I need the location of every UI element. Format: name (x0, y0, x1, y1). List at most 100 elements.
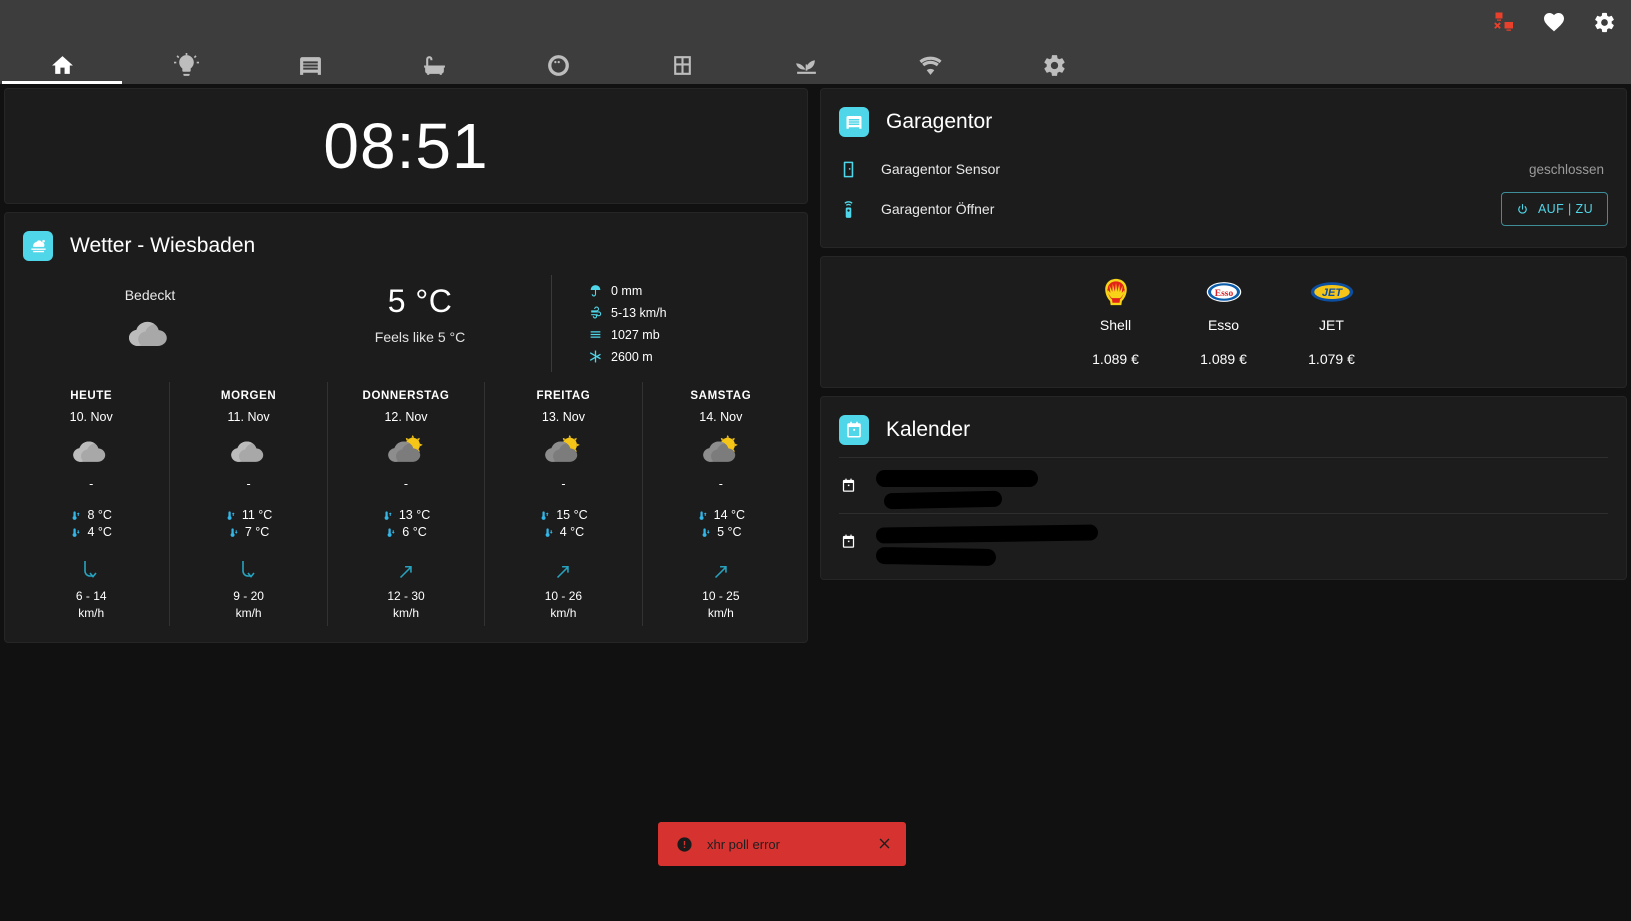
forecast-wind: 10 - 25 km/h (645, 557, 797, 620)
fuel-price-card: Shell 1.089 € Esso Esso 1.089 € JET JET … (820, 256, 1627, 388)
gear-icon[interactable] (1591, 9, 1617, 35)
weather-attr-wind: 5-13 km/h (588, 305, 667, 320)
fuel-station-jet[interactable]: JET JET 1.079 € (1278, 275, 1386, 367)
redaction-mark (876, 470, 1038, 487)
garage-entity-rows: Garagentor Sensor geschlossen Garagentor… (821, 137, 1626, 247)
weather-condition-label: Bedeckt (124, 287, 176, 303)
forecast-temperatures: 13 °C 6 °C (330, 508, 482, 539)
tab-bar (0, 46, 1631, 84)
error-toast-message: xhr poll error (707, 836, 780, 852)
weather-attributes: 0 mm 5-13 km/h 1027 mb 2600 m (551, 275, 667, 372)
forecast-precipitation: - (89, 477, 94, 491)
forecast-day-date: 13. Nov (541, 410, 585, 424)
tab-pflanzen[interactable] (744, 46, 868, 84)
forecast-day-name: HEUTE (70, 390, 113, 402)
tab-fenster[interactable] (620, 46, 744, 84)
weather-attr-pressure: 1027 mb (588, 327, 667, 342)
heart-icon[interactable] (1541, 9, 1567, 35)
right-column: Garagentor Garagentor Sensor geschlossen (816, 84, 1631, 588)
forecast-day: DONNERSTAG 12. Nov - 13 °C 6 °C 12 - 30 … (328, 382, 486, 626)
network-off-icon[interactable] (1491, 9, 1517, 35)
weather-temperature-block: 5 °C Feels like 5 °C (295, 275, 545, 345)
calendar-event-body (876, 470, 1608, 510)
weather-forecast: HEUTE 10. Nov - 8 °C 4 °C 6 - 14 km/h MO… (5, 378, 807, 642)
garage-opener-row[interactable]: Garagentor Öffner AUF | ZU (839, 189, 1608, 229)
fuel-station-shell[interactable]: Shell 1.089 € (1062, 275, 1170, 367)
forecast-day: HEUTE 10. Nov - 8 °C 4 °C 6 - 14 km/h (13, 382, 171, 626)
forecast-low: 6 °C (385, 525, 427, 539)
weather-partly-cloudy-icon (23, 231, 53, 261)
umbrella-icon (588, 283, 603, 298)
forecast-low: 5 °C (700, 525, 742, 539)
shell-logo (1062, 275, 1170, 309)
weather-attr-snow-level: 2600 m (588, 349, 667, 364)
garage-toggle-button-label: AUF | ZU (1537, 202, 1593, 216)
tab-waschen[interactable] (496, 46, 620, 84)
fuel-station-name: JET (1319, 317, 1344, 333)
weather-condition-block: Bedeckt (5, 275, 295, 359)
tab-bad[interactable] (372, 46, 496, 84)
forecast-wind-unit: km/h (393, 606, 420, 620)
forecast-wind-value: 9 - 20 (233, 589, 264, 603)
forecast-day: FREITAG 13. Nov - 15 °C 4 °C 10 - 26 km/… (485, 382, 643, 626)
garage-opener-name: Garagentor Öffner (881, 201, 995, 217)
calendar-icon (839, 415, 869, 445)
forecast-precipitation: - (246, 477, 251, 491)
error-toast[interactable]: xhr poll error (658, 822, 906, 866)
forecast-low: 4 °C (543, 525, 584, 539)
weather-attr-pressure-value: 1027 mb (611, 327, 660, 342)
fuel-station-esso[interactable]: Esso Esso 1.089 € (1170, 275, 1278, 367)
forecast-high-value: 15 °C (556, 508, 588, 522)
tab-home[interactable] (0, 46, 124, 84)
forecast-wind-value: 12 - 30 (387, 589, 425, 603)
weather-card-title: Wetter - Wiesbaden (70, 234, 256, 257)
garage-sensor-name: Garagentor Sensor (881, 161, 1001, 177)
forecast-wind-unit: km/h (707, 606, 734, 620)
weather-attr-snow-level-value: 2600 m (611, 349, 653, 364)
calendar-card-header: Kalender (821, 397, 1626, 445)
forecast-day: MORGEN 11. Nov - 11 °C 7 °C 9 - 20 km/h (170, 382, 328, 626)
forecast-wind: 12 - 30 km/h (330, 557, 482, 620)
left-column: 08:51 Wetter - Wiesbaden Bedeckt 5 °C Fe… (0, 84, 812, 651)
fuel-station-price: 1.079 € (1308, 351, 1355, 367)
wind-icon (588, 305, 603, 320)
weather-attr-wind-value: 5-13 km/h (611, 305, 667, 320)
garage-card-header: Garagentor (821, 89, 1626, 137)
calendar-event-item[interactable] (839, 513, 1608, 569)
forecast-temperatures: 11 °C 7 °C (172, 508, 324, 539)
forecast-day: SAMSTAG 14. Nov - 14 °C 5 °C 10 - 25 km/… (643, 382, 799, 626)
garage-icon (839, 107, 869, 137)
calendar-event-item[interactable] (839, 457, 1608, 513)
calendar-event-list (821, 445, 1626, 579)
dashboard-root: 08:51 Wetter - Wiesbaden Bedeckt 5 °C Fe… (0, 0, 1631, 921)
partly-cloudy-icon (487, 429, 639, 471)
tab-einstellungen[interactable] (992, 46, 1116, 84)
esso-logo: Esso (1170, 275, 1278, 309)
remote-icon (839, 200, 881, 219)
garage-sensor-row[interactable]: Garagentor Sensor geschlossen (839, 149, 1608, 189)
forecast-precipitation: - (561, 477, 566, 491)
fuel-station-name: Esso (1207, 317, 1240, 333)
svg-text:Esso: Esso (1214, 289, 1233, 299)
weather-apparent-temperature: Feels like 5 °C (374, 329, 466, 345)
close-icon[interactable] (876, 835, 894, 853)
weather-attr-precipitation-value: 0 mm (611, 283, 643, 298)
redaction-mark (875, 524, 1099, 544)
gauge-icon (588, 327, 603, 342)
forecast-high-value: 13 °C (398, 508, 431, 522)
clock-time: 08:51 (323, 110, 489, 182)
forecast-low-value: 7 °C (244, 525, 270, 539)
tab-netzwerk[interactable] (868, 46, 992, 84)
tab-licht[interactable] (124, 46, 248, 84)
weather-card: Wetter - Wiesbaden Bedeckt 5 °C Feels li… (4, 212, 808, 643)
topbar-actions (1491, 4, 1617, 40)
weather-card-header: Wetter - Wiesbaden (5, 213, 807, 261)
forecast-low-value: 4 °C (87, 525, 112, 539)
forecast-precipitation: - (403, 477, 409, 491)
forecast-high: 14 °C (697, 508, 745, 522)
weather-current: Bedeckt 5 °C Feels like 5 °C 0 mm 5-13 k… (5, 261, 807, 378)
forecast-high: 11 °C (225, 508, 272, 522)
tab-garage[interactable] (248, 46, 372, 84)
forecast-temperatures: 14 °C 5 °C (645, 508, 797, 539)
garage-toggle-button[interactable]: AUF | ZU (1500, 192, 1608, 226)
